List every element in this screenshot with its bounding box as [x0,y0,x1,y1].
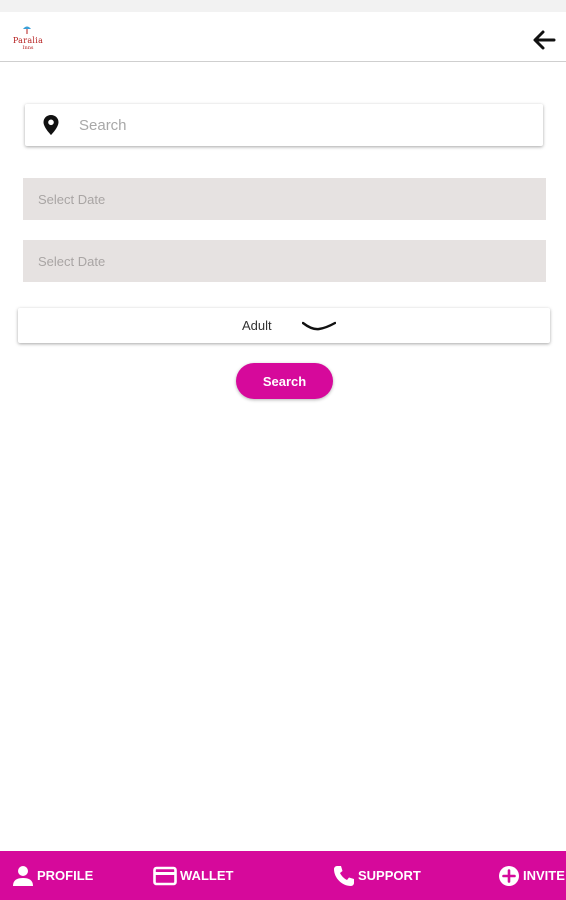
nav-item-profile[interactable]: PROFILE [12,851,93,900]
chevron-down-icon [302,321,336,331]
nav-label-support: SUPPORT [358,868,421,883]
nav-item-wallet[interactable]: WALLET [153,851,233,900]
location-search[interactable] [25,104,543,146]
app-screen: Paralia Inns Adult Search PROFIL [0,12,566,900]
map-pin-icon [43,115,59,135]
umbrella-icon [23,26,31,34]
plus-circle-icon [499,865,519,886]
search-button[interactable]: Search [236,363,333,399]
logo-text: Paralia [12,36,44,45]
person-icon [13,865,33,886]
brand-logo: Paralia Inns [6,22,50,58]
logo-subtext: Inns [22,45,34,51]
nav-label-profile: PROFILE [37,868,94,883]
nav-label-wallet: WALLET [180,868,234,883]
card-icon [153,866,177,885]
search-input[interactable] [79,104,529,146]
back-button[interactable] [528,26,560,54]
guest-type-value: Adult [242,318,272,333]
bottom-navigation: PROFILE WALLET SUPPORT INVITE [0,851,566,900]
check-out-date-field[interactable] [23,240,546,282]
nav-item-invite[interactable]: INVITE [498,851,565,900]
phone-icon [334,865,354,886]
nav-label-invite: INVITE [523,868,565,883]
nav-item-support[interactable]: SUPPORT [333,851,421,900]
top-bar: Paralia Inns [0,12,566,62]
arrow-left-icon [533,30,556,50]
check-in-date-field[interactable] [23,178,546,220]
guest-type-select[interactable]: Adult [18,308,550,343]
